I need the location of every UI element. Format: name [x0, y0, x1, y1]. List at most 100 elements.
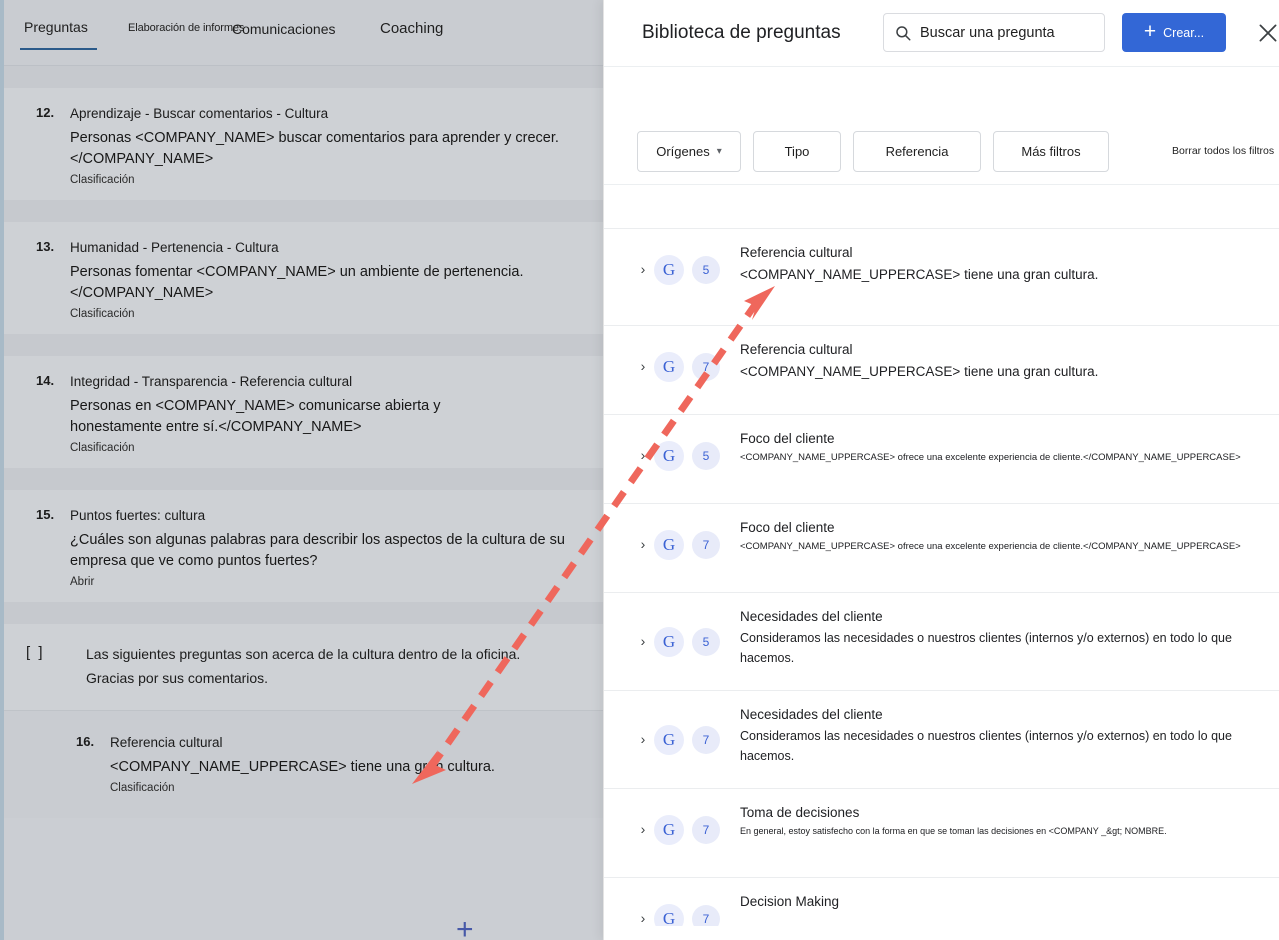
list-item-title: Foco del cliente [740, 520, 835, 535]
row-spacer [4, 601, 604, 624]
list-item[interactable]: › G 5 Referencia cultural <COMPANY_NAME_… [604, 229, 1279, 326]
scale-badge: 5 [692, 628, 720, 656]
filter-origenes[interactable]: Orígenes ▾ [637, 130, 741, 172]
filter-mas-filtros-label: Más filtros [1021, 143, 1081, 159]
expand-chevron-icon[interactable]: › [632, 803, 654, 837]
question-library-header: Biblioteca de preguntas Buscar una pregu… [604, 0, 1279, 66]
list-item[interactable] [604, 185, 1279, 229]
expand-chevron-icon[interactable]: › [632, 705, 654, 747]
filter-referencia[interactable]: Referencia [853, 130, 981, 172]
survey-editor-pane: Preguntas Elaboración de informes Comuni… [0, 0, 604, 940]
list-item-title: Necesidades del cliente [740, 609, 883, 624]
question-type: Clasificación [70, 173, 135, 186]
question-library-list: › G 5 Referencia cultural <COMPANY_NAME_… [604, 184, 1279, 926]
clear-all-filters-link[interactable]: Borrar todos los filtros [1172, 145, 1274, 157]
note-line-1: Las siguientes preguntas son acerca de l… [86, 645, 521, 662]
row-spacer [4, 333, 604, 356]
chevron-down-icon: ▾ [716, 146, 722, 157]
list-item-body: <COMPANY_NAME_UPPERCASE> ofrece una exce… [740, 452, 1241, 464]
survey-question-row-selected[interactable]: 16. Referencia cultural <COMPANY_NAME_UP… [4, 710, 604, 818]
expand-chevron-icon[interactable]: › [632, 243, 654, 277]
header-divider [604, 66, 1279, 118]
plus-icon: + [1143, 20, 1157, 43]
scale-badge: 7 [692, 816, 720, 844]
survey-question-row[interactable]: 14. Integridad - Transparencia - Referen… [4, 355, 604, 468]
note-line-2: Gracias por sus comentarios. [86, 669, 269, 686]
scale-badge: 5 [692, 256, 720, 284]
question-body: Personas fomentar <COMPANY_NAME> un ambi… [70, 263, 524, 301]
source-google-icon: G [654, 352, 684, 382]
source-google-icon: G [654, 904, 684, 926]
question-type: Clasificación [70, 441, 135, 454]
question-number: 14. [36, 372, 55, 388]
list-item[interactable]: › G 7 Decision Making [604, 878, 1279, 926]
create-button-label: Crear... [1163, 25, 1205, 40]
scale-badge: 7 [692, 905, 720, 926]
list-item[interactable]: › G 7 Referencia cultural <COMPANY_NAME_… [604, 326, 1279, 415]
tab-comunicaciones[interactable]: Comunicaciones [232, 21, 336, 37]
filter-tipo-label: Tipo [784, 143, 810, 159]
app-root: Preguntas Elaboración de informes Comuni… [0, 0, 1279, 940]
survey-question-row[interactable]: 12. Aprendizaje - Buscar comentarios - C… [4, 88, 604, 200]
question-type: Abrir [70, 575, 95, 588]
question-number: 15. [36, 506, 55, 522]
tab-preguntas[interactable]: Preguntas [24, 19, 88, 35]
expand-chevron-icon[interactable]: › [632, 607, 654, 649]
expand-chevron-icon[interactable]: › [632, 340, 654, 374]
scale-badge: 7 [692, 353, 720, 381]
list-item[interactable]: › G 7 Toma de decisiones En general, est… [604, 789, 1279, 878]
list-item[interactable]: › G 5 Necesidades del cliente Consideram… [604, 593, 1279, 691]
list-item-body: En general, estoy satisfecho con la form… [740, 826, 1167, 837]
row-spacer [4, 66, 604, 88]
question-type: Clasificación [110, 781, 175, 794]
question-body: Personas en <COMPANY_NAME> comunicarse a… [70, 397, 441, 435]
brackets-icon: [ ] [26, 643, 45, 661]
question-title: Humanidad - Pertenencia - Cultura [70, 239, 279, 255]
question-type: Clasificación [70, 307, 135, 320]
list-item[interactable]: › G 5 Foco del cliente <COMPANY_NAME_UPP… [604, 415, 1279, 504]
list-item-body: Consideramos las necesidades o nuestros … [740, 729, 1232, 764]
search-icon [894, 24, 912, 42]
source-google-icon: G [654, 255, 684, 285]
search-input[interactable]: Buscar una pregunta [883, 13, 1105, 52]
tab-coaching[interactable]: Coaching [380, 20, 443, 37]
question-body: <COMPANY_NAME_UPPERCASE> tiene una gran … [110, 758, 495, 775]
source-google-icon: G [654, 530, 684, 560]
source-google-icon: G [654, 815, 684, 845]
source-google-icon: G [654, 441, 684, 471]
add-question-icon[interactable]: + [456, 915, 474, 940]
expand-chevron-icon[interactable]: › [632, 429, 654, 463]
source-google-icon: G [654, 627, 684, 657]
list-item[interactable]: › G 7 Necesidades del cliente Consideram… [604, 691, 1279, 789]
filter-origenes-label: Orígenes [656, 143, 710, 159]
list-item-body: Consideramos las necesidades o nuestros … [740, 631, 1232, 666]
list-item[interactable]: › G 7 Foco del cliente <COMPANY_NAME_UPP… [604, 504, 1279, 593]
scale-badge: 7 [692, 531, 720, 559]
close-icon[interactable] [1255, 20, 1279, 46]
panel-title: Biblioteca de preguntas [642, 22, 841, 43]
question-library-panel: Biblioteca de preguntas Buscar una pregu… [603, 0, 1279, 940]
list-item-title: Referencia cultural [740, 245, 853, 260]
expand-chevron-icon[interactable]: › [632, 518, 654, 552]
list-item-title: Necesidades del cliente [740, 707, 883, 722]
question-number: 12. [36, 105, 55, 120]
survey-question-row[interactable]: 15. Puntos fuertes: cultura ¿Cuáles son … [4, 489, 604, 602]
question-number: 13. [36, 238, 55, 254]
tab-elaboracion-de-informes[interactable]: Elaboración de informes [128, 22, 244, 34]
list-item-body: <COMPANY_NAME_UPPERCASE> tiene una gran … [740, 364, 1099, 380]
list-item-title: Toma de decisiones [740, 805, 860, 820]
survey-note-row[interactable]: [ ] Las siguientes preguntas son acerca … [4, 623, 604, 710]
tab-active-indicator [20, 48, 97, 50]
scale-badge: 7 [692, 726, 720, 754]
search-placeholder: Buscar una pregunta [920, 24, 1055, 41]
list-item-title: Foco del cliente [740, 431, 835, 446]
expand-chevron-icon[interactable]: › [632, 892, 654, 926]
filter-referencia-label: Referencia [885, 143, 949, 159]
filter-bar: Orígenes ▾ Tipo Referencia Más filtros B… [604, 118, 1279, 184]
create-button[interactable]: + Crear... [1122, 13, 1226, 52]
list-item-body: <COMPANY_NAME_UPPERCASE> ofrece una exce… [740, 541, 1241, 553]
filter-mas-filtros[interactable]: Más filtros [993, 130, 1109, 172]
survey-question-row[interactable]: 13. Humanidad - Pertenencia - Cultura Pe… [4, 221, 604, 334]
question-title: Integridad - Transparencia - Referencia … [70, 373, 353, 389]
filter-tipo[interactable]: Tipo [753, 130, 841, 172]
